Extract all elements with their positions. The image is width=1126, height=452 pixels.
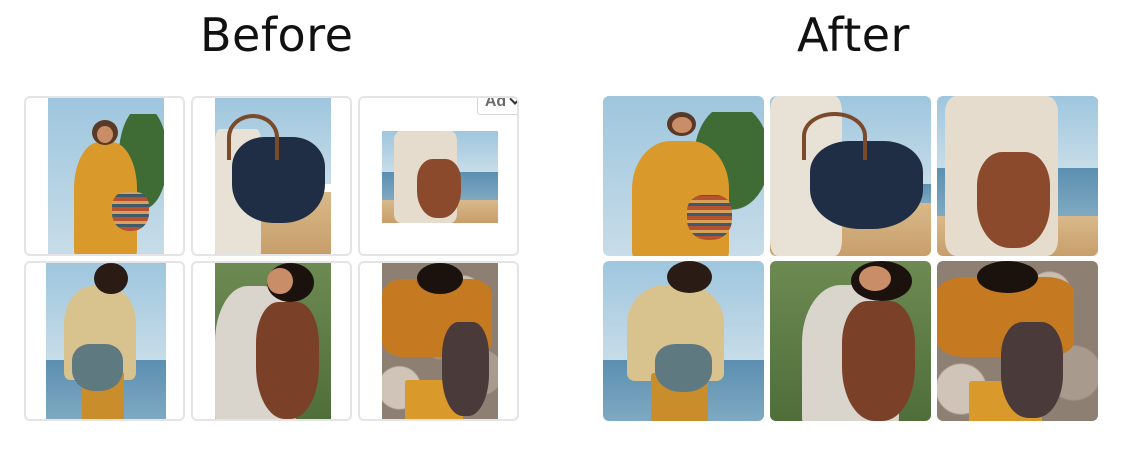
after-heading: After <box>797 8 910 62</box>
ad-image-tile[interactable] <box>191 261 352 421</box>
product-photo <box>382 263 498 419</box>
ad-badge[interactable]: Ad <box>477 96 517 115</box>
ad-image-tile[interactable] <box>603 261 764 421</box>
ad-image-tile[interactable] <box>603 96 764 256</box>
ad-image-tile[interactable] <box>24 261 185 421</box>
ad-image-tile[interactable]: Ad <box>937 96 1098 256</box>
product-photo <box>382 131 498 223</box>
product-photo <box>770 261 931 421</box>
chevron-down-icon <box>509 98 517 105</box>
product-photo <box>770 96 931 256</box>
product-photo <box>48 98 164 254</box>
product-photo <box>215 263 331 419</box>
ad-image-tile[interactable] <box>770 96 931 256</box>
ad-image-tile[interactable] <box>937 261 1098 421</box>
before-ad-grid: Ad <box>24 96 521 421</box>
product-photo <box>603 96 764 256</box>
ad-image-tile[interactable] <box>191 96 352 256</box>
after-ad-grid: Ad <box>603 96 1100 421</box>
product-photo <box>603 261 764 421</box>
ad-image-tile[interactable] <box>24 96 185 256</box>
before-heading: Before <box>200 8 354 62</box>
product-photo <box>937 96 1098 256</box>
product-photo <box>215 98 331 254</box>
product-photo <box>46 263 166 419</box>
ad-image-tile[interactable] <box>358 261 519 421</box>
ad-image-tile[interactable]: Ad <box>358 96 519 256</box>
product-photo <box>937 261 1098 421</box>
ad-image-tile[interactable] <box>770 261 931 421</box>
ad-label: Ad <box>484 96 507 110</box>
